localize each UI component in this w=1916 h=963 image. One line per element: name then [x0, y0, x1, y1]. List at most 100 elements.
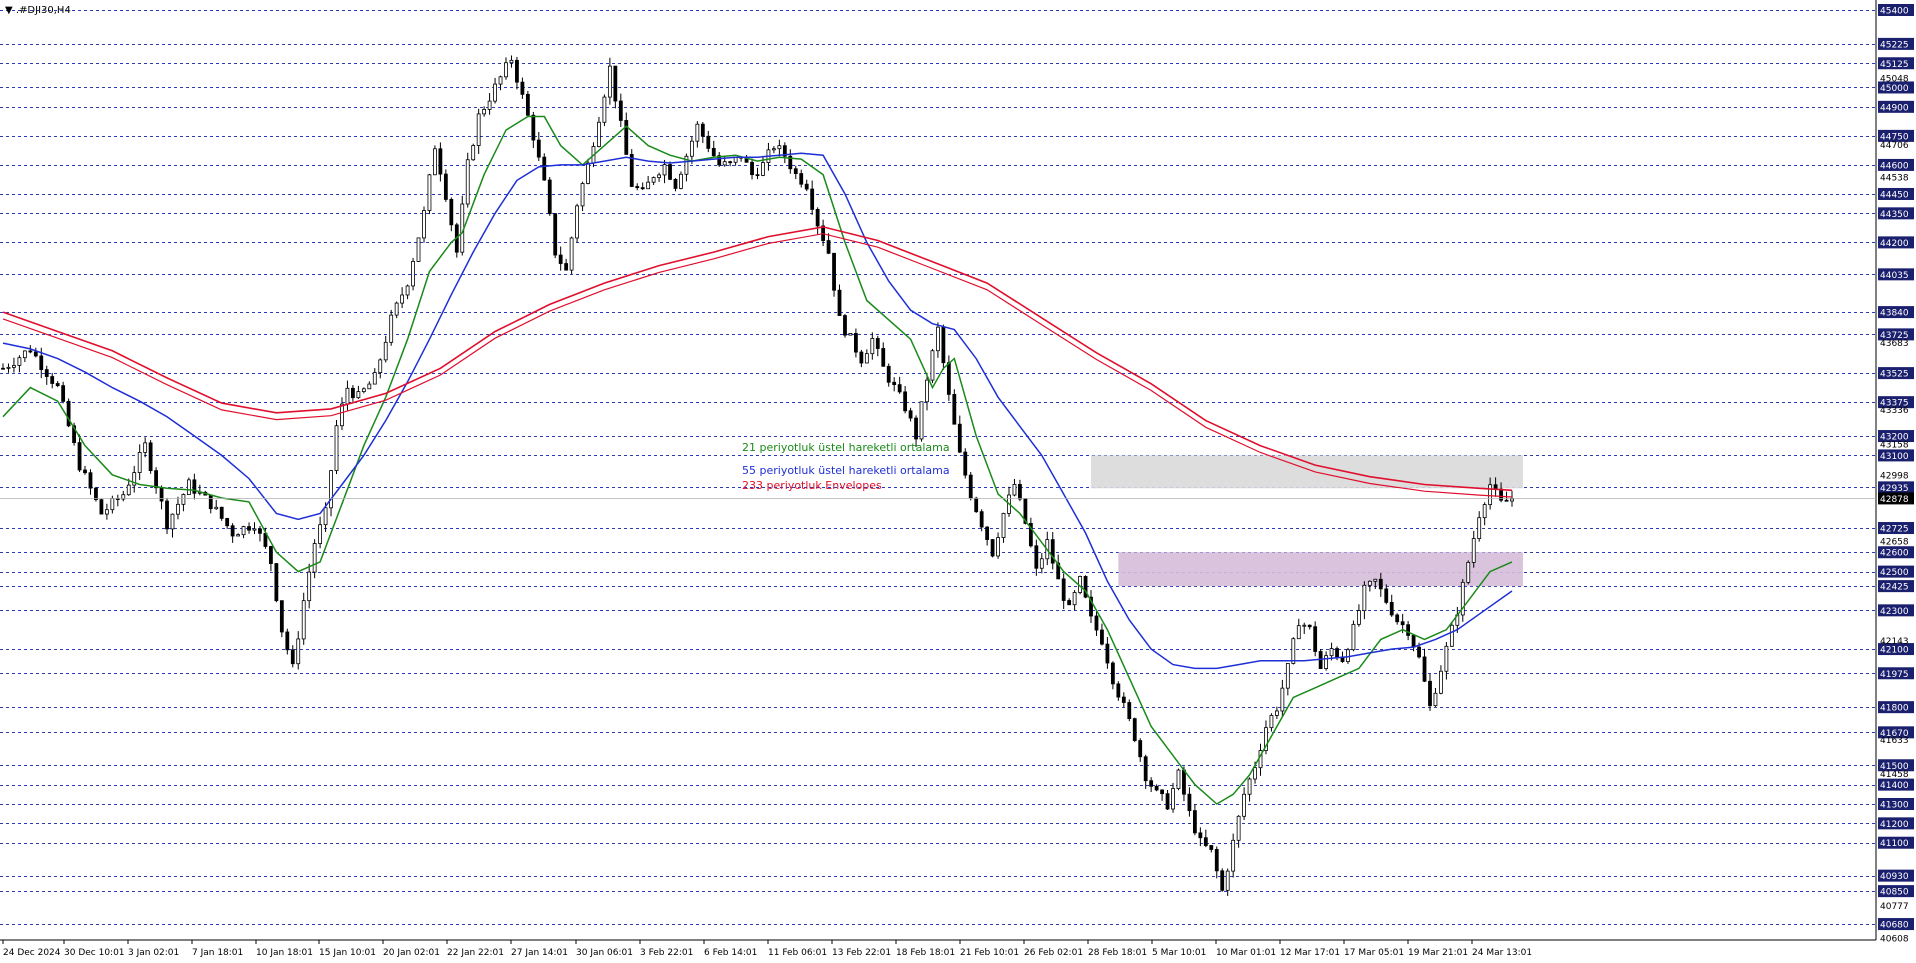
candle-body: [657, 174, 661, 178]
candle-body: [1110, 662, 1115, 685]
candle-body: [1373, 578, 1378, 582]
candle-body: [367, 383, 372, 390]
candle-body: [110, 498, 115, 511]
price-level-label: 43100: [1880, 452, 1909, 462]
candle-body: [558, 254, 563, 264]
candle-body: [1362, 584, 1367, 612]
candle-body: [870, 338, 875, 355]
candle-body: [28, 350, 33, 353]
candle-body: [498, 76, 503, 85]
time-tick-label: 12 Mar 17:01: [1280, 948, 1340, 958]
candle-body: [635, 186, 640, 189]
price-level-label: 41200: [1880, 820, 1909, 830]
candle-body: [312, 543, 317, 573]
candle-body: [66, 400, 71, 427]
candle-body: [1302, 624, 1307, 627]
candle-body: [1433, 692, 1438, 707]
price-level-label: 41100: [1880, 839, 1909, 849]
candle-body: [903, 391, 908, 412]
candle-body: [307, 571, 312, 602]
candle-body: [679, 173, 683, 189]
candle-body: [673, 178, 678, 189]
candle-body: [1039, 558, 1044, 569]
candle-body: [1466, 561, 1471, 583]
price-level-label: 44035: [1880, 271, 1909, 281]
candle-body: [837, 289, 842, 316]
candle-body: [793, 168, 798, 174]
time-tick-label: 19 Mar 21:01: [1408, 948, 1468, 958]
time-tick-label: 28 Feb 18:01: [1088, 948, 1147, 958]
price-level-label: 42425: [1880, 583, 1909, 593]
candle-body: [504, 62, 508, 78]
candle-body: [33, 351, 38, 357]
price-tick-label: 44538: [1880, 173, 1909, 183]
candle-body: [996, 537, 1000, 557]
candle-body: [1510, 498, 1514, 502]
candle-body: [750, 161, 754, 176]
candle-body: [1143, 756, 1148, 782]
candle-body: [50, 376, 55, 384]
candle-body: [1192, 810, 1197, 834]
candle-body: [334, 425, 339, 472]
candle-body: [1242, 793, 1246, 817]
candle-body: [575, 205, 579, 239]
candle-body: [1439, 670, 1443, 694]
price-tick-label: 42998: [1880, 472, 1909, 482]
candle-body: [815, 209, 820, 227]
candle-body: [372, 372, 377, 385]
time-tick-label: 26 Feb 02:01: [1024, 948, 1083, 958]
price-level-label: 44600: [1880, 161, 1909, 171]
candle-body: [914, 417, 918, 440]
price-chart[interactable]: 21 periyotluk üstel hareketli ortalama 5…: [0, 0, 1916, 963]
candle-body: [925, 379, 929, 403]
candle-body: [525, 93, 530, 116]
candle-body: [22, 350, 27, 359]
symbol-label: ▼ .#DJI30,H4: [5, 5, 71, 16]
candle-body: [1187, 793, 1192, 812]
price-tick-label: 43336: [1880, 406, 1909, 416]
price-tick-label: 44706: [1880, 141, 1909, 151]
candle-body: [1488, 484, 1493, 505]
candle-body: [908, 410, 913, 419]
candle-body: [1203, 837, 1208, 846]
candle-body: [1160, 789, 1164, 795]
candle-body: [1296, 625, 1301, 640]
candle-body: [864, 353, 869, 364]
candle-body: [1225, 870, 1230, 891]
candle-body: [1105, 643, 1110, 664]
candle-body: [946, 362, 951, 395]
candle-body: [1253, 767, 1257, 780]
candle-body: [859, 351, 864, 364]
candle-body: [1269, 715, 1274, 729]
candle-body: [772, 148, 776, 151]
candle-body: [881, 348, 886, 367]
candle-body: [826, 240, 831, 254]
candle-body: [1067, 600, 1072, 606]
candle-body: [897, 384, 902, 393]
candle-body: [1154, 785, 1159, 791]
candle-body: [586, 162, 590, 184]
candle-body: [711, 148, 716, 157]
candle-body: [356, 391, 361, 399]
candle-body: [471, 145, 476, 161]
candle-body: [1285, 663, 1290, 689]
candle-body: [422, 210, 426, 239]
candle-body: [214, 506, 219, 510]
candle-body: [1367, 580, 1372, 586]
candle-body: [416, 237, 421, 262]
candle-body: [974, 497, 979, 513]
price-level-label: 40850: [1880, 888, 1909, 898]
candle-body: [662, 164, 667, 176]
candle-body: [509, 59, 514, 64]
candle-body: [854, 333, 858, 353]
candle-body: [777, 145, 782, 150]
candle-body: [957, 423, 962, 453]
candle-body: [1121, 696, 1126, 703]
price-level-label: 45400: [1880, 7, 1909, 17]
candle-body: [875, 338, 880, 349]
candle-body: [1400, 621, 1405, 626]
candle-body: [88, 472, 93, 489]
time-tick-label: 10 Jan 18:01: [256, 948, 313, 958]
candle-body: [1477, 517, 1482, 539]
price-level-label: 41400: [1880, 781, 1909, 791]
